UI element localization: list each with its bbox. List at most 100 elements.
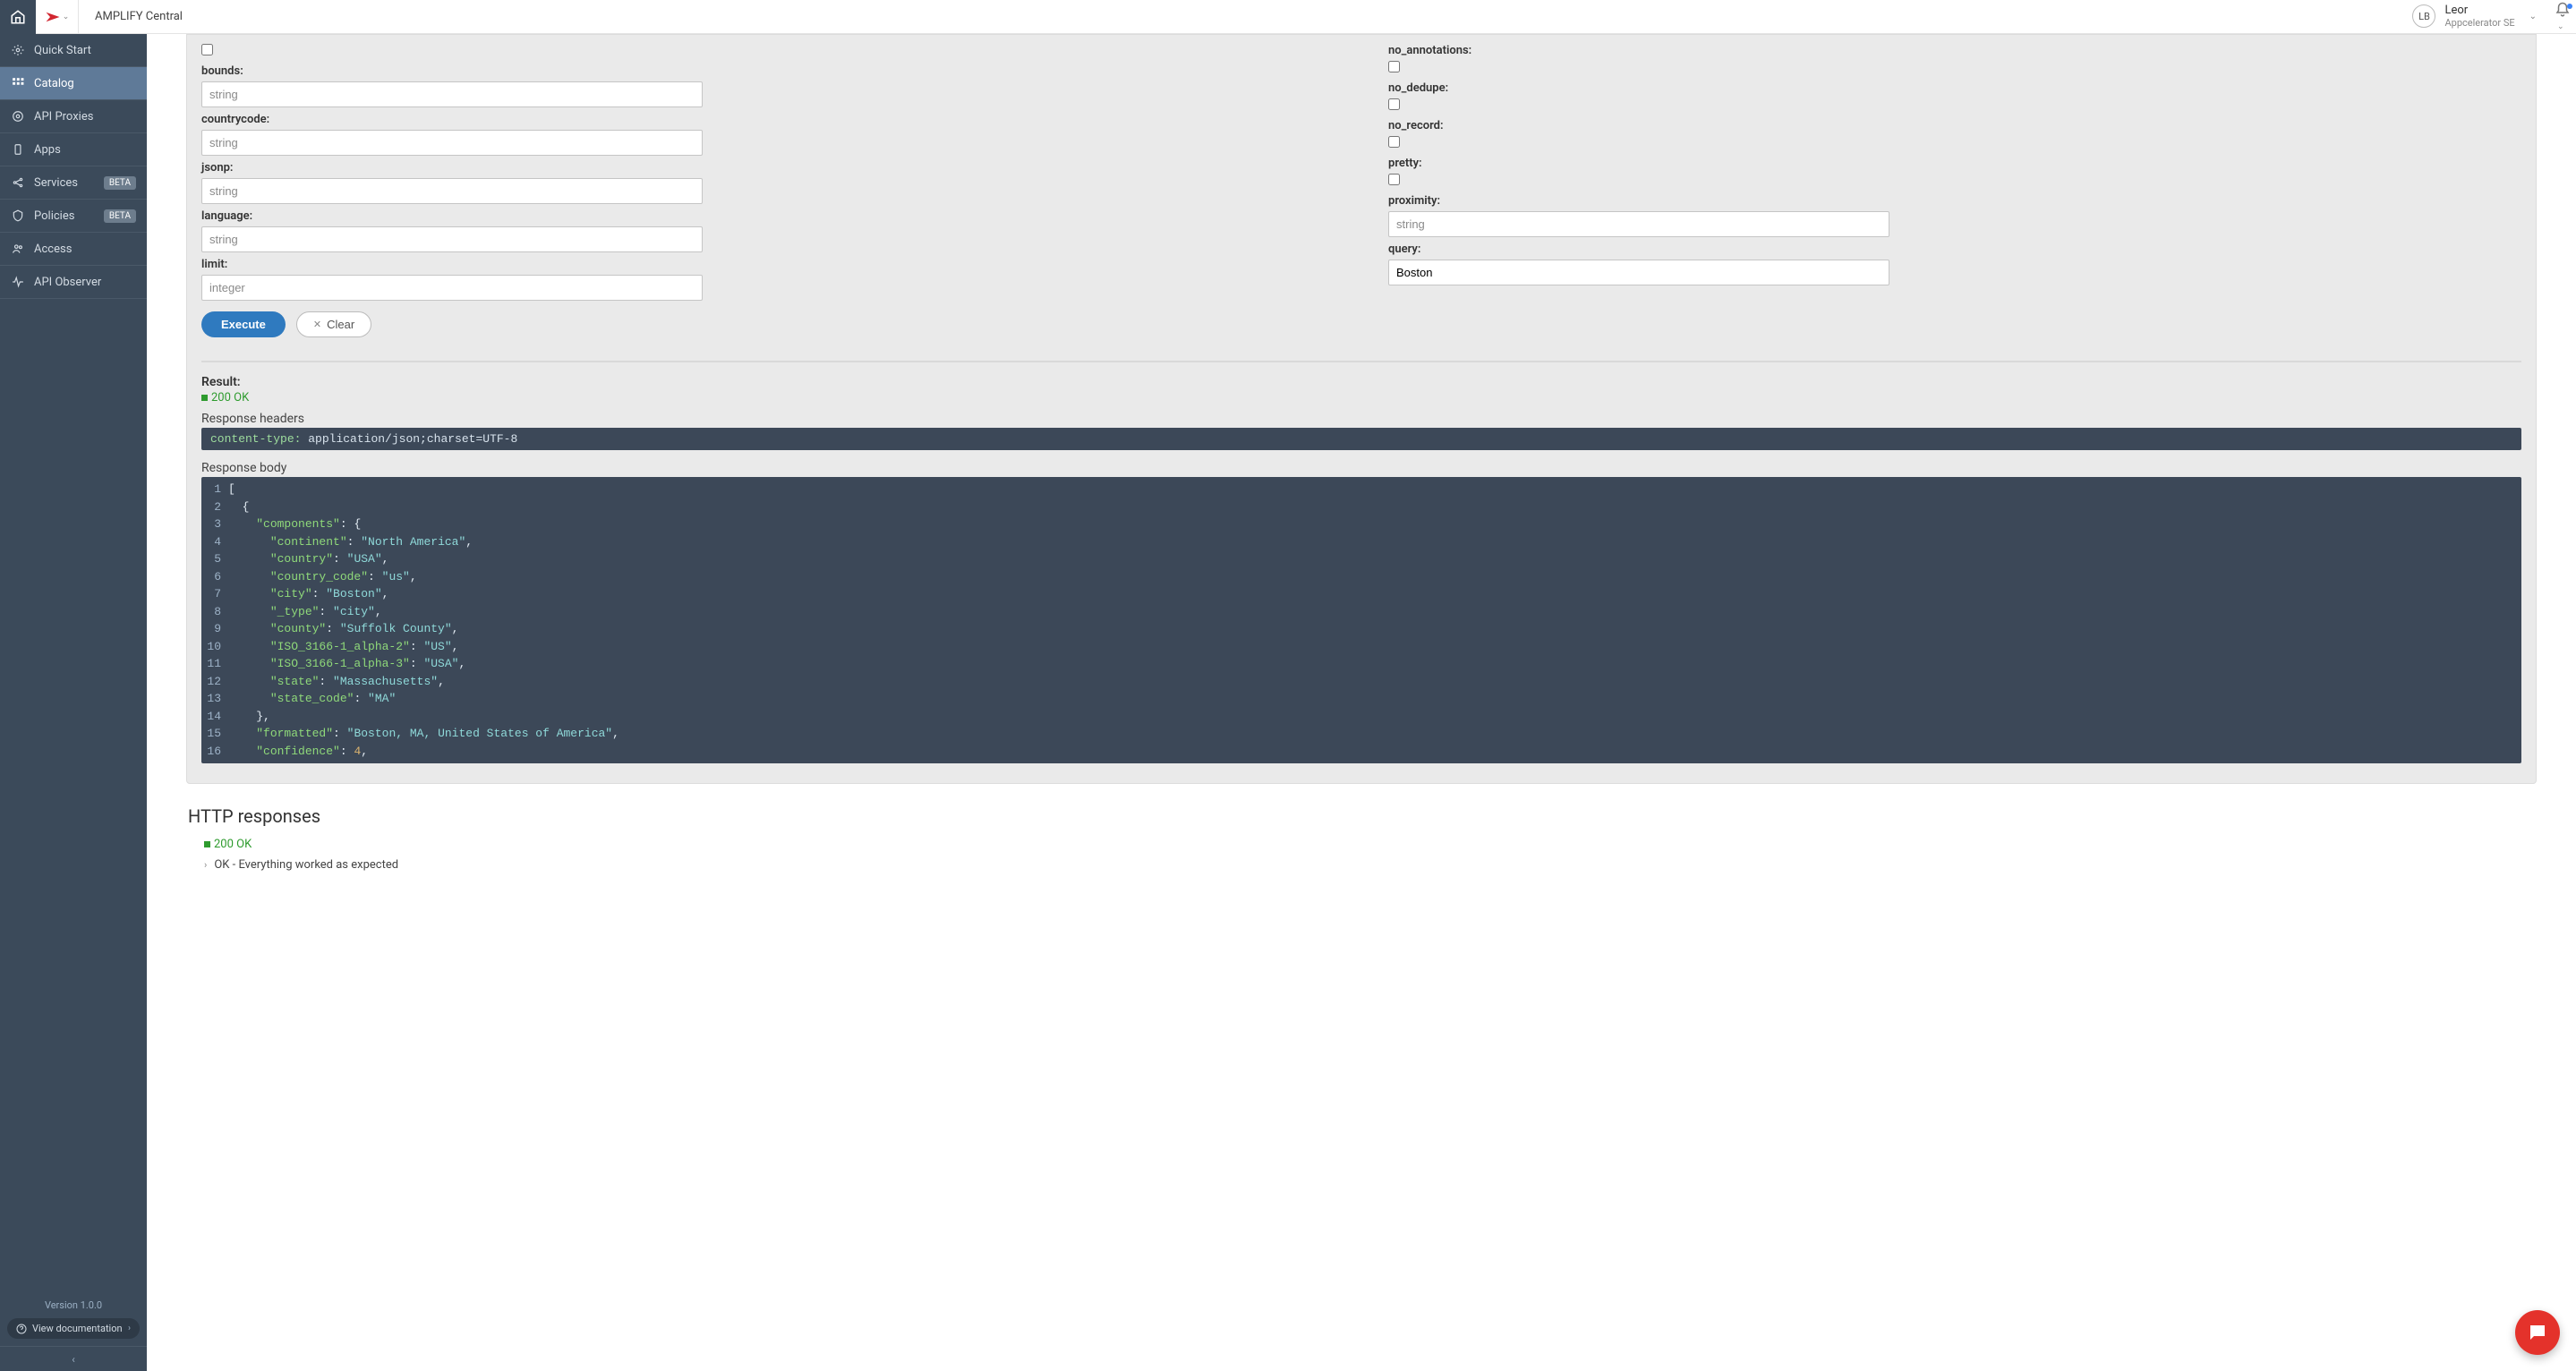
http-responses-title: HTTP responses — [188, 805, 2535, 827]
topbar: ⌄ AMPLIFY Central LB Leor Appcelerator S… — [0, 0, 2576, 34]
chevron-left-icon: ‹ — [72, 1353, 75, 1366]
sidebar-item-quick-start[interactable]: Quick Start — [0, 34, 147, 67]
notification-dot — [2567, 4, 2572, 9]
notifications-button[interactable]: ⌄ — [2549, 2, 2576, 32]
sidebar-item-label: API Observer — [34, 276, 136, 289]
app-title: AMPLIFY Central — [79, 10, 183, 23]
status-dot-icon — [201, 395, 208, 401]
sidebar-item-api-observer[interactable]: API Observer — [0, 266, 147, 299]
chevron-down-icon: ⌄ — [2529, 12, 2537, 21]
header-value: application/json;charset=UTF-8 — [308, 432, 517, 446]
http-response-status: 200 OK — [204, 838, 2535, 851]
response-body-label: Response body — [201, 461, 2521, 475]
param-input-limit[interactable] — [201, 275, 703, 301]
sidebar-item-label: Catalog — [34, 77, 136, 90]
header-key: content-type: — [210, 432, 301, 446]
api-icon — [11, 109, 25, 123]
param-checkbox-no-record[interactable] — [1388, 136, 1400, 148]
chat-icon — [2527, 1322, 2548, 1343]
version-label: Version 1.0.0 — [0, 1296, 147, 1315]
response-body-code: 1[2 {3 "components": {4 "continent": "No… — [201, 477, 2521, 763]
param-label-bounds: bounds: — [201, 64, 1335, 78]
sidebar-item-services[interactable]: Services BETA — [0, 166, 147, 200]
param-label-language: language: — [201, 209, 1335, 223]
status-dot-icon — [204, 841, 210, 847]
avatar: LB — [2412, 4, 2435, 28]
activity-icon — [11, 275, 25, 289]
beta-badge: BETA — [104, 176, 136, 190]
sidebar-item-label: API Proxies — [34, 110, 136, 123]
user-menu[interactable]: LB Leor Appcelerator SE ⌄ — [2412, 4, 2549, 28]
divider — [201, 361, 2521, 362]
param-label-proximity: proximity: — [1388, 194, 2521, 208]
sidebar-item-api-proxies[interactable]: API Proxies — [0, 100, 147, 133]
result-block: Result: 200 OK Response headers content-… — [201, 375, 2521, 763]
brand-logo-icon — [45, 11, 61, 23]
param-checkbox-pretty[interactable] — [1388, 174, 1400, 185]
param-label-no-dedupe: no_dedupe: — [1388, 81, 2521, 95]
share-icon — [11, 175, 25, 190]
user-name: Leor — [2444, 4, 2514, 17]
sidebar-item-catalog[interactable]: Catalog — [0, 67, 147, 100]
brand-dropdown[interactable]: ⌄ — [36, 0, 79, 34]
response-headers-code: content-type: application/json;charset=U… — [201, 428, 2521, 450]
param-checkbox-no-annotations[interactable] — [1388, 61, 1400, 72]
grid-icon — [11, 76, 25, 90]
sidebar-item-apps[interactable]: Apps — [0, 133, 147, 166]
chat-button[interactable] — [2515, 1310, 2560, 1355]
param-label-no-annotations: no_annotations: — [1388, 44, 2521, 57]
param-input-proximity[interactable] — [1388, 211, 1889, 237]
chevron-right-icon: › — [128, 1324, 131, 1333]
param-input-query[interactable] — [1388, 260, 1889, 285]
sidebar-item-label: Apps — [34, 143, 136, 157]
gear-icon — [11, 43, 25, 57]
param-input-bounds[interactable] — [201, 81, 703, 107]
result-title: Result: — [201, 375, 2521, 389]
user-role: Appcelerator SE — [2444, 18, 2514, 29]
api-try-box: bounds: countrycode: jsonp: language: — [186, 34, 2537, 784]
sidebar-item-label: Access — [34, 243, 136, 256]
users-icon — [11, 242, 25, 256]
home-button[interactable] — [0, 0, 36, 34]
param-input-language[interactable] — [201, 226, 703, 252]
sidebar-item-policies[interactable]: Policies BETA — [0, 200, 147, 233]
param-label-jsonp: jsonp: — [201, 161, 1335, 175]
sidebar-item-label: Policies — [34, 209, 95, 223]
view-documentation-button[interactable]: View documentation › — [7, 1318, 140, 1339]
help-icon — [16, 1324, 27, 1334]
chevron-down-icon: ⌄ — [63, 13, 70, 21]
param-label-no-record: no_record: — [1388, 119, 2521, 132]
beta-badge: BETA — [104, 209, 136, 223]
clear-button[interactable]: ✕ Clear — [296, 311, 371, 337]
main-panel: bounds: countrycode: jsonp: language: — [147, 34, 2576, 1371]
chevron-down-icon: ⌄ — [2557, 22, 2564, 31]
params-left: bounds: countrycode: jsonp: language: — [201, 44, 1335, 353]
shield-icon — [11, 209, 25, 223]
sidebar-item-label: Quick Start — [34, 44, 136, 57]
home-icon — [10, 9, 26, 25]
sidebar: Quick Start Catalog API Proxies Apps Ser… — [0, 34, 147, 1371]
sidebar-item-access[interactable]: Access — [0, 233, 147, 266]
http-responses-section: HTTP responses 200 OK › OK - Everything … — [188, 805, 2535, 872]
param-input-jsonp[interactable] — [201, 178, 703, 204]
param-label-query: query: — [1388, 243, 2521, 256]
param-label-limit: limit: — [201, 258, 1335, 271]
device-icon — [11, 142, 25, 157]
response-headers-label: Response headers — [201, 412, 2521, 426]
http-response-description: OK - Everything worked as expected — [214, 858, 398, 872]
param-label-pretty: pretty: — [1388, 157, 2521, 170]
http-response-status-text: 200 OK — [214, 838, 252, 851]
result-status: 200 OK — [201, 391, 2521, 404]
clear-label: Clear — [327, 318, 354, 331]
http-response-expand[interactable]: › OK - Everything worked as expected — [204, 858, 2535, 872]
param-checkbox-top[interactable] — [201, 44, 213, 55]
execute-button[interactable]: Execute — [201, 311, 286, 337]
sidebar-item-label: Services — [34, 176, 95, 190]
param-checkbox-no-dedupe[interactable] — [1388, 98, 1400, 110]
close-icon: ✕ — [313, 319, 321, 330]
result-status-text: 200 OK — [211, 391, 249, 404]
param-label-countrycode: countrycode: — [201, 113, 1335, 126]
chevron-right-icon: › — [204, 859, 207, 871]
param-input-countrycode[interactable] — [201, 130, 703, 156]
sidebar-collapse-button[interactable]: ‹ — [0, 1346, 147, 1371]
